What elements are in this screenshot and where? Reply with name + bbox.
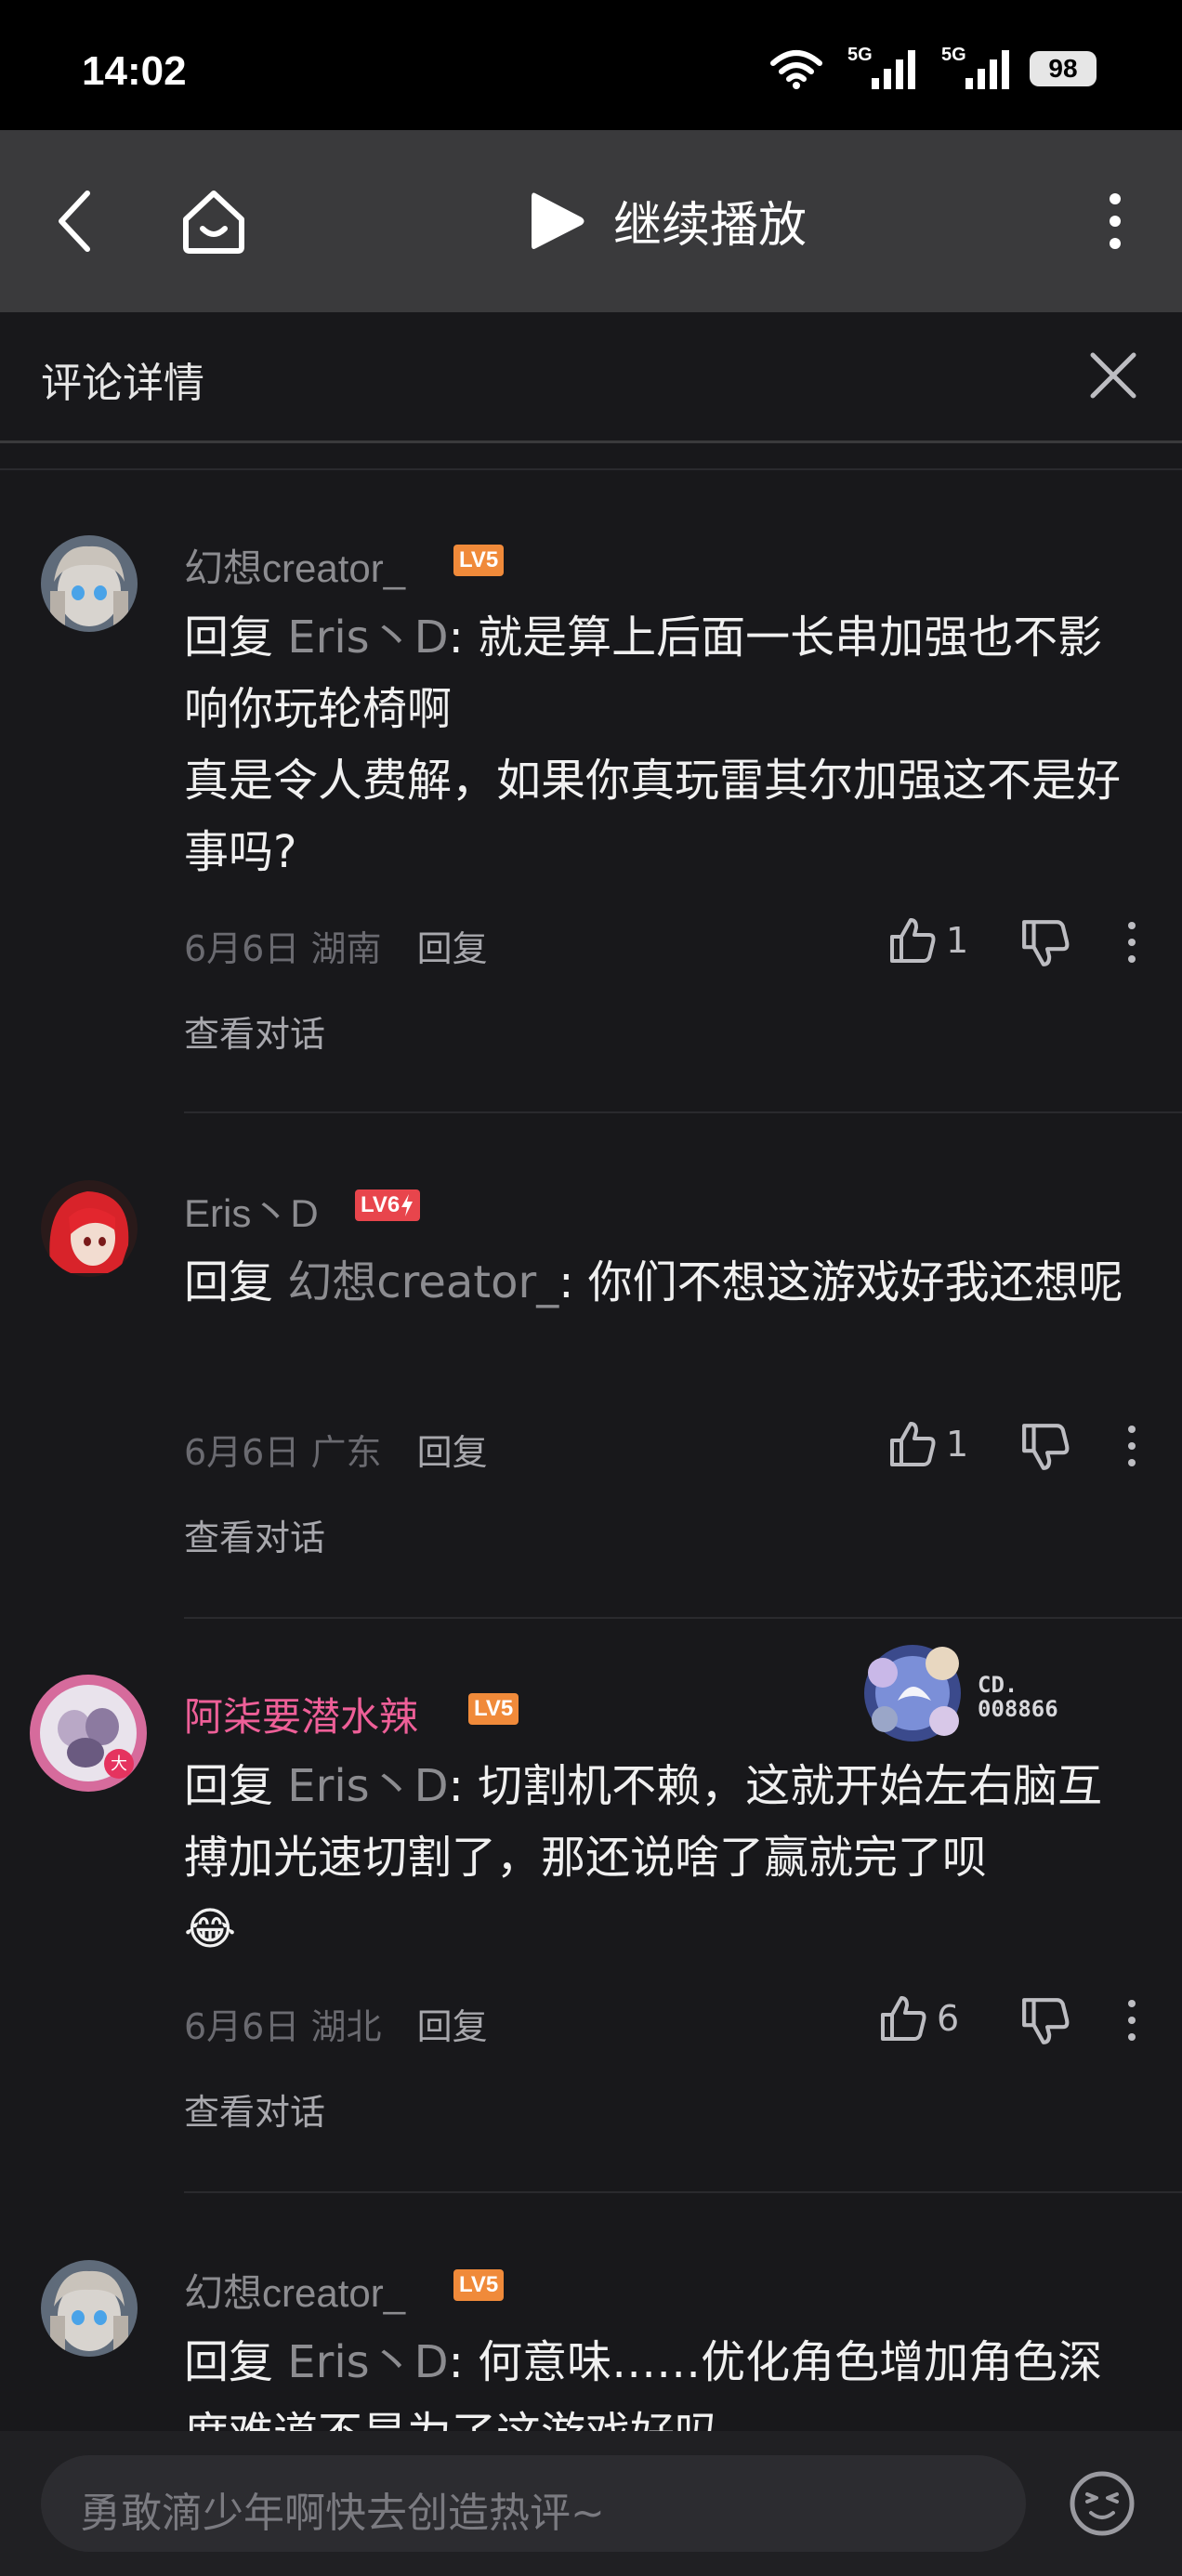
- comment-input[interactable]: 勇敢滴少年啊快去创造热评~: [41, 2455, 1026, 2552]
- level-badge: LV5: [453, 2269, 505, 2301]
- comment-input-bar: 勇敢滴少年啊快去创造热评~: [0, 2431, 1182, 2576]
- avatar[interactable]: [41, 2260, 138, 2357]
- comment-text: 回复 Eris丶D: 何意味……优化角色增加角色深度难道不是为了这游戏好吗: [184, 2336, 1103, 2431]
- username[interactable]: 幻想creator_: [184, 2262, 405, 2319]
- comment-input-placeholder: 勇敢滴少年啊快去创造热评~: [80, 2490, 605, 2537]
- emoji-icon[interactable]: [1069, 2470, 1136, 2537]
- comment-item: 幻想creator_ LV5 回复 Eris丶D: 何意味……优化角色增加角色深…: [0, 0, 1182, 2431]
- reply-to-user[interactable]: Eris丶D: [287, 2336, 448, 2388]
